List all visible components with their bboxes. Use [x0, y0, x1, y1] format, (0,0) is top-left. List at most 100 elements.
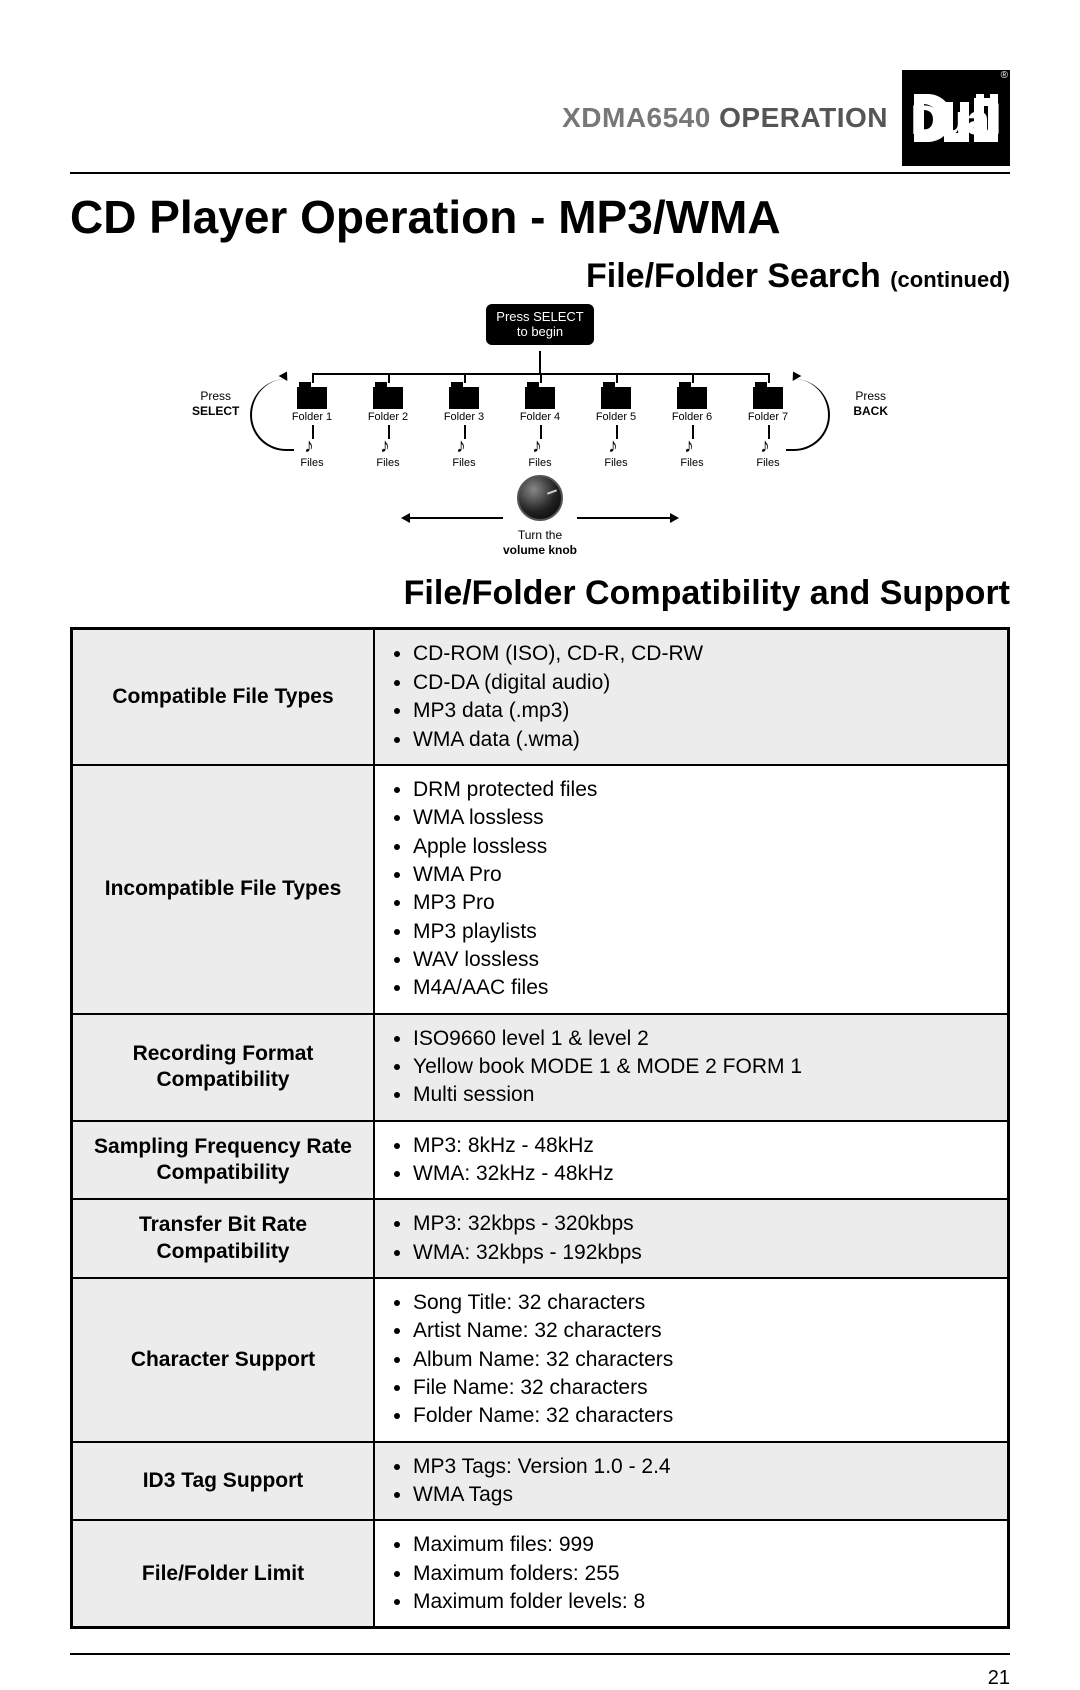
- folder-label: Folder 6: [672, 411, 712, 423]
- subhead-continued: (continued): [890, 267, 1010, 292]
- row-items: CD-ROM (ISO), CD-R, CD-RWCD-DA (digital …: [374, 629, 1009, 765]
- row-items: MP3: 8kHz - 48kHzWMA: 32kHz - 48kHz: [374, 1121, 1009, 1200]
- folder-label: Folder 1: [292, 411, 332, 423]
- folder-label: Folder 2: [368, 411, 408, 423]
- music-note-icon: ♪: [532, 435, 542, 458]
- list-item: Folder Name: 32 characters: [413, 1402, 997, 1430]
- table-row: Transfer Bit Rate Compatibility MP3: 32kb…: [72, 1199, 1009, 1278]
- list-item: DRM protected files: [413, 776, 997, 804]
- files-label: Files: [756, 457, 779, 469]
- list-item: MP3: 32kbps - 320kbps: [413, 1210, 997, 1238]
- page-number: 21: [70, 1667, 1010, 1690]
- folder-label: Folder 4: [520, 411, 560, 423]
- table-row: ID3 Tag SupportMP3 Tags: Version 1.0 - 2…: [72, 1442, 1009, 1521]
- files-label: Files: [452, 457, 475, 469]
- list-item: Song Title: 32 characters: [413, 1289, 997, 1317]
- row-label: Incompatible File Types: [72, 765, 375, 1014]
- folder-icon: [449, 387, 479, 409]
- page-title: CD Player Operation - MP3/WMA: [70, 192, 1010, 243]
- folder-label: Folder 3: [444, 411, 484, 423]
- select-box: Press SELECT to begin: [486, 304, 593, 346]
- list-item: Album Name: 32 characters: [413, 1346, 997, 1374]
- folder-tree: Press SELECT Press BACK [92,168,244,320,…: [220, 351, 860, 471]
- header-word: OPERATION: [719, 102, 888, 133]
- list-item: WMA: 32kHz - 48kHz: [413, 1160, 997, 1188]
- row-label: ID3 Tag Support: [72, 1442, 375, 1521]
- table-row: Character Support Song Title: 32 characte…: [72, 1278, 1009, 1442]
- footer-rule: [70, 1653, 1010, 1655]
- search-diagram: Press SELECT to begin Press SELECT Press…: [220, 304, 860, 559]
- list-item: WMA lossless: [413, 804, 997, 832]
- folder-icon: [677, 387, 707, 409]
- select-box-line1: Press SELECT: [496, 310, 583, 325]
- files-label: Files: [680, 457, 703, 469]
- right-arrow-icon: [577, 517, 677, 519]
- list-item: WMA: 32kbps - 192kbps: [413, 1239, 997, 1267]
- folder-icon: [525, 387, 555, 409]
- right-curve-arrow: [786, 379, 830, 451]
- turn-label: Turn the volume knob: [220, 528, 860, 558]
- row-items: MP3 Tags: Version 1.0 - 2.4WMA Tags: [374, 1442, 1009, 1521]
- list-item: MP3 playlists: [413, 918, 997, 946]
- files-label: Files: [376, 457, 399, 469]
- list-item: M4A/AAC files: [413, 974, 997, 1002]
- subheading-compat: File/Folder Compatibility and Support: [70, 574, 1010, 613]
- volume-knob-icon: [517, 475, 563, 521]
- list-item: Artist Name: 32 characters: [413, 1317, 997, 1345]
- files-label: Files: [604, 457, 627, 469]
- list-item: ISO9660 level 1 & level 2: [413, 1025, 997, 1053]
- row-label: Sampling Frequency Rate Compatibility: [72, 1121, 375, 1200]
- header-rule: [70, 172, 1010, 174]
- list-item: File Name: 32 characters: [413, 1374, 997, 1402]
- select-box-line2: to begin: [496, 325, 583, 340]
- list-item: Yellow book MODE 1 & MODE 2 FORM 1: [413, 1053, 997, 1081]
- folder-icon: [373, 387, 403, 409]
- list-item: MP3 Tags: Version 1.0 - 2.4: [413, 1453, 997, 1481]
- list-item: MP3 Pro: [413, 889, 997, 917]
- table-row: File/Folder LimitMaximum files: 999Maxim…: [72, 1520, 1009, 1628]
- table-row: Compatible File TypesCD-ROM (ISO), CD-R,…: [72, 629, 1009, 765]
- list-item: Apple lossless: [413, 833, 997, 861]
- row-label: Compatible File Types: [72, 629, 375, 765]
- list-item: Maximum folders: 255: [413, 1560, 997, 1588]
- folder-icon: [601, 387, 631, 409]
- list-item: Maximum folder levels: 8: [413, 1588, 997, 1616]
- folder-icon: [297, 387, 327, 409]
- row-label: File/Folder Limit: [72, 1520, 375, 1628]
- list-item: Maximum files: 999: [413, 1531, 997, 1559]
- brand-logo: ® Dual: [902, 70, 1010, 166]
- row-items: ISO9660 level 1 & level 2Yellow book MOD…: [374, 1014, 1009, 1121]
- subhead-main: File/Folder Search: [586, 257, 881, 295]
- list-item: MP3: 8kHz - 48kHz: [413, 1132, 997, 1160]
- table-row: Recording Format CompatibilityISO9660 le…: [72, 1014, 1009, 1121]
- row-label: Character Support: [72, 1278, 375, 1442]
- list-item: WMA data (.wma): [413, 726, 997, 754]
- list-item: WMA Tags: [413, 1481, 997, 1509]
- music-note-icon: ♪: [608, 435, 618, 458]
- row-label: Transfer Bit Rate Compatibility: [72, 1199, 375, 1278]
- left-press-label: Press SELECT: [192, 389, 239, 418]
- svg-text:Dual: Dual: [912, 96, 1000, 143]
- folder-label: Folder 7: [748, 411, 788, 423]
- list-item: Multi session: [413, 1081, 997, 1109]
- list-item: MP3 data (.mp3): [413, 697, 997, 725]
- folder-icon: [753, 387, 783, 409]
- row-items: Maximum files: 999Maximum folders: 255Ma…: [374, 1520, 1009, 1628]
- music-note-icon: ♪: [760, 435, 770, 458]
- folder-label: Folder 5: [596, 411, 636, 423]
- table-row: Sampling Frequency Rate CompatibilityMP3…: [72, 1121, 1009, 1200]
- registered-icon: ®: [1001, 70, 1008, 81]
- row-label: Recording Format Compatibility: [72, 1014, 375, 1121]
- list-item: CD-ROM (ISO), CD-R, CD-RW: [413, 640, 997, 668]
- left-arrow-icon: [403, 517, 503, 519]
- knob-area: Turn the volume knob: [220, 475, 860, 558]
- logo-svg: Dual: [912, 86, 1000, 150]
- list-item: WMA Pro: [413, 861, 997, 889]
- list-item: CD-DA (digital audio): [413, 669, 997, 697]
- music-note-icon: ♪: [380, 435, 390, 458]
- music-note-icon: ♪: [456, 435, 466, 458]
- files-label: Files: [528, 457, 551, 469]
- table-row: Incompatible File TypesDRM protected fil…: [72, 765, 1009, 1014]
- subheading-search: File/Folder Search (continued): [70, 257, 1010, 296]
- row-items: DRM protected filesWMA losslessApple los…: [374, 765, 1009, 1014]
